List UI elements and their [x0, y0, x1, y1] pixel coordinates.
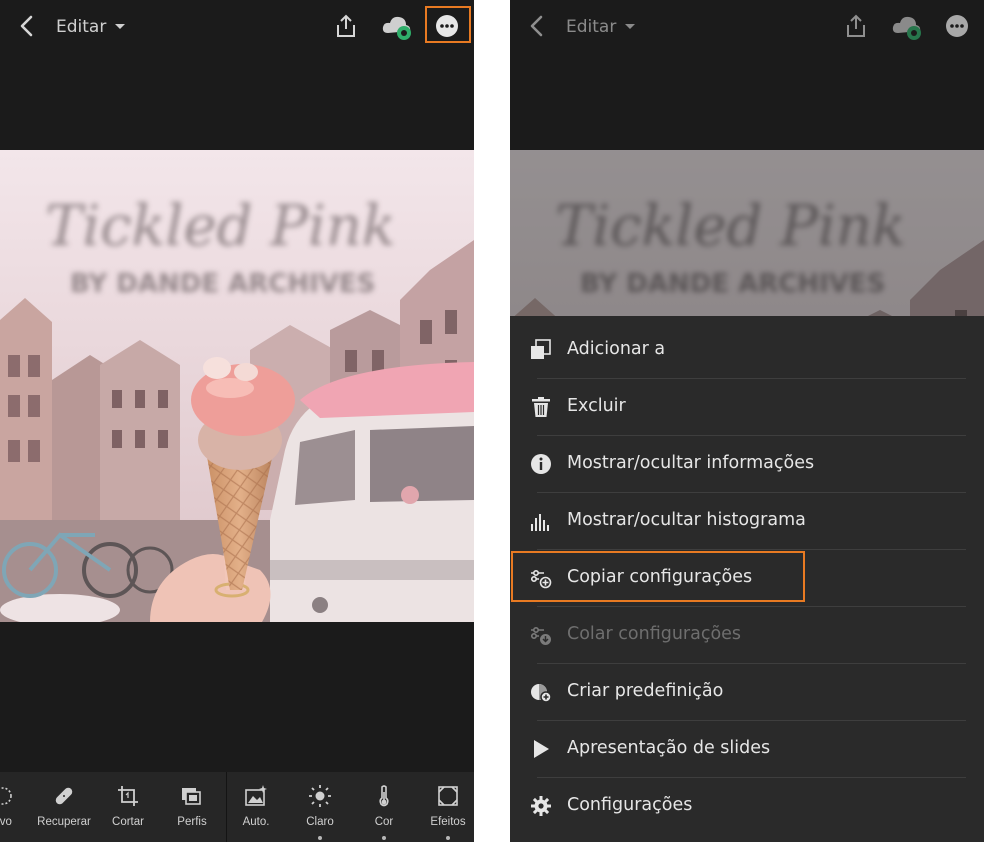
- crop-icon: [118, 786, 138, 806]
- menu-item-label: Criar predefinição: [567, 681, 724, 701]
- tool-auto[interactable]: Auto.: [226, 782, 286, 838]
- tool-color[interactable]: Cor: [354, 782, 414, 840]
- tool-label: Perfis: [177, 816, 207, 828]
- tool-crop[interactable]: Cortar: [98, 782, 158, 838]
- tool-healing[interactable]: Recuperar: [34, 782, 94, 838]
- menu-item-label: Mostrar/ocultar histograma: [567, 510, 806, 530]
- left-screen: Editar tivo Recuperar Cortar Perfis: [0, 0, 474, 842]
- tool-label: Auto.: [242, 816, 270, 828]
- tool-label: Cortar: [112, 816, 144, 828]
- menu-item-copy-settings[interactable]: Copiar configurações: [510, 549, 984, 606]
- tool-light[interactable]: Claro: [290, 782, 350, 840]
- adjusted-indicator: [446, 836, 450, 840]
- menu-item-label: Copiar configurações: [567, 567, 753, 587]
- top-bar: Editar: [0, 0, 474, 52]
- tool-selective[interactable]: tivo: [0, 782, 33, 838]
- share-icon[interactable]: [333, 13, 359, 39]
- caret-down-icon: [625, 24, 636, 29]
- more-options-icon[interactable]: [940, 10, 974, 42]
- effects-icon: [438, 786, 458, 806]
- tool-label: Cor: [374, 816, 394, 828]
- menu-item-label: Apresentação de slides: [567, 738, 771, 758]
- caret-down-icon: [115, 24, 126, 29]
- edit-mode-label: Editar: [566, 17, 617, 37]
- menu-item-label: Configurações: [567, 795, 693, 815]
- selective-icon: [0, 787, 12, 805]
- paste-settings-icon: [530, 626, 551, 645]
- tool-label: Claro: [306, 816, 334, 828]
- menu-item-label: Colar configurações: [567, 624, 742, 644]
- menu-item-slideshow[interactable]: Apresentação de slides: [510, 720, 984, 777]
- edit-mode-label: Editar: [56, 17, 107, 37]
- adjusted-indicator: [382, 836, 386, 840]
- photo-preview: [0, 150, 474, 622]
- tool-label: Recuperar: [37, 816, 91, 828]
- more-options-menu: Adicionar a Excluir Mostrar/ocultar info…: [510, 316, 984, 842]
- menu-item-label: Mostrar/ocultar informações: [567, 453, 815, 473]
- menu-item-create-preset[interactable]: Criar predefinição: [510, 663, 984, 720]
- share-icon[interactable]: [843, 13, 869, 39]
- menu-item-settings[interactable]: Configurações: [510, 777, 984, 834]
- menu-item-delete[interactable]: Excluir: [510, 378, 984, 435]
- back-icon[interactable]: [524, 13, 550, 39]
- info-icon: [531, 454, 551, 474]
- tool-effects[interactable]: Efeitos: [418, 782, 474, 840]
- menu-item-label: Adicionar a: [567, 339, 666, 359]
- menu-item-add-to[interactable]: Adicionar a: [510, 321, 984, 378]
- more-options-highlight: [425, 6, 471, 43]
- play-icon: [534, 740, 549, 758]
- histogram-icon: [531, 514, 549, 531]
- tool-profiles[interactable]: Perfis: [162, 782, 222, 838]
- sun-icon: [309, 785, 331, 807]
- menu-item-label: Excluir: [567, 396, 626, 416]
- thermometer-icon: [379, 785, 389, 807]
- trash-icon: [532, 397, 550, 417]
- menu-item-toggle-info[interactable]: Mostrar/ocultar informações: [510, 435, 984, 492]
- create-preset-icon: [531, 684, 552, 703]
- photo-preview: [510, 150, 984, 316]
- cloud-sync-icon[interactable]: [891, 13, 923, 41]
- gear-icon: [531, 796, 551, 816]
- menu-item-paste-settings[interactable]: Colar configurações: [510, 606, 984, 663]
- top-bar: Editar: [510, 0, 984, 52]
- copy-settings-icon: [530, 569, 552, 589]
- back-icon[interactable]: [14, 13, 40, 39]
- tool-label: tivo: [0, 816, 12, 828]
- tool-label: Efeitos: [430, 816, 466, 828]
- adjusted-indicator: [318, 836, 322, 840]
- right-screen: Editar Adicionar a Excluir Mostrar/ocult…: [510, 0, 984, 842]
- profiles-icon: [182, 788, 201, 805]
- healing-bandage-icon: [55, 787, 73, 805]
- auto-enhance-icon: [245, 785, 267, 806]
- edit-mode-dropdown[interactable]: Editar: [566, 14, 636, 40]
- add-to-album-icon: [531, 339, 551, 359]
- menu-item-toggle-histogram[interactable]: Mostrar/ocultar histograma: [510, 492, 984, 549]
- cloud-sync-icon[interactable]: [381, 13, 413, 41]
- edit-mode-dropdown[interactable]: Editar: [56, 14, 126, 40]
- edit-toolbar: tivo Recuperar Cortar Perfis Auto. Claro…: [0, 772, 474, 842]
